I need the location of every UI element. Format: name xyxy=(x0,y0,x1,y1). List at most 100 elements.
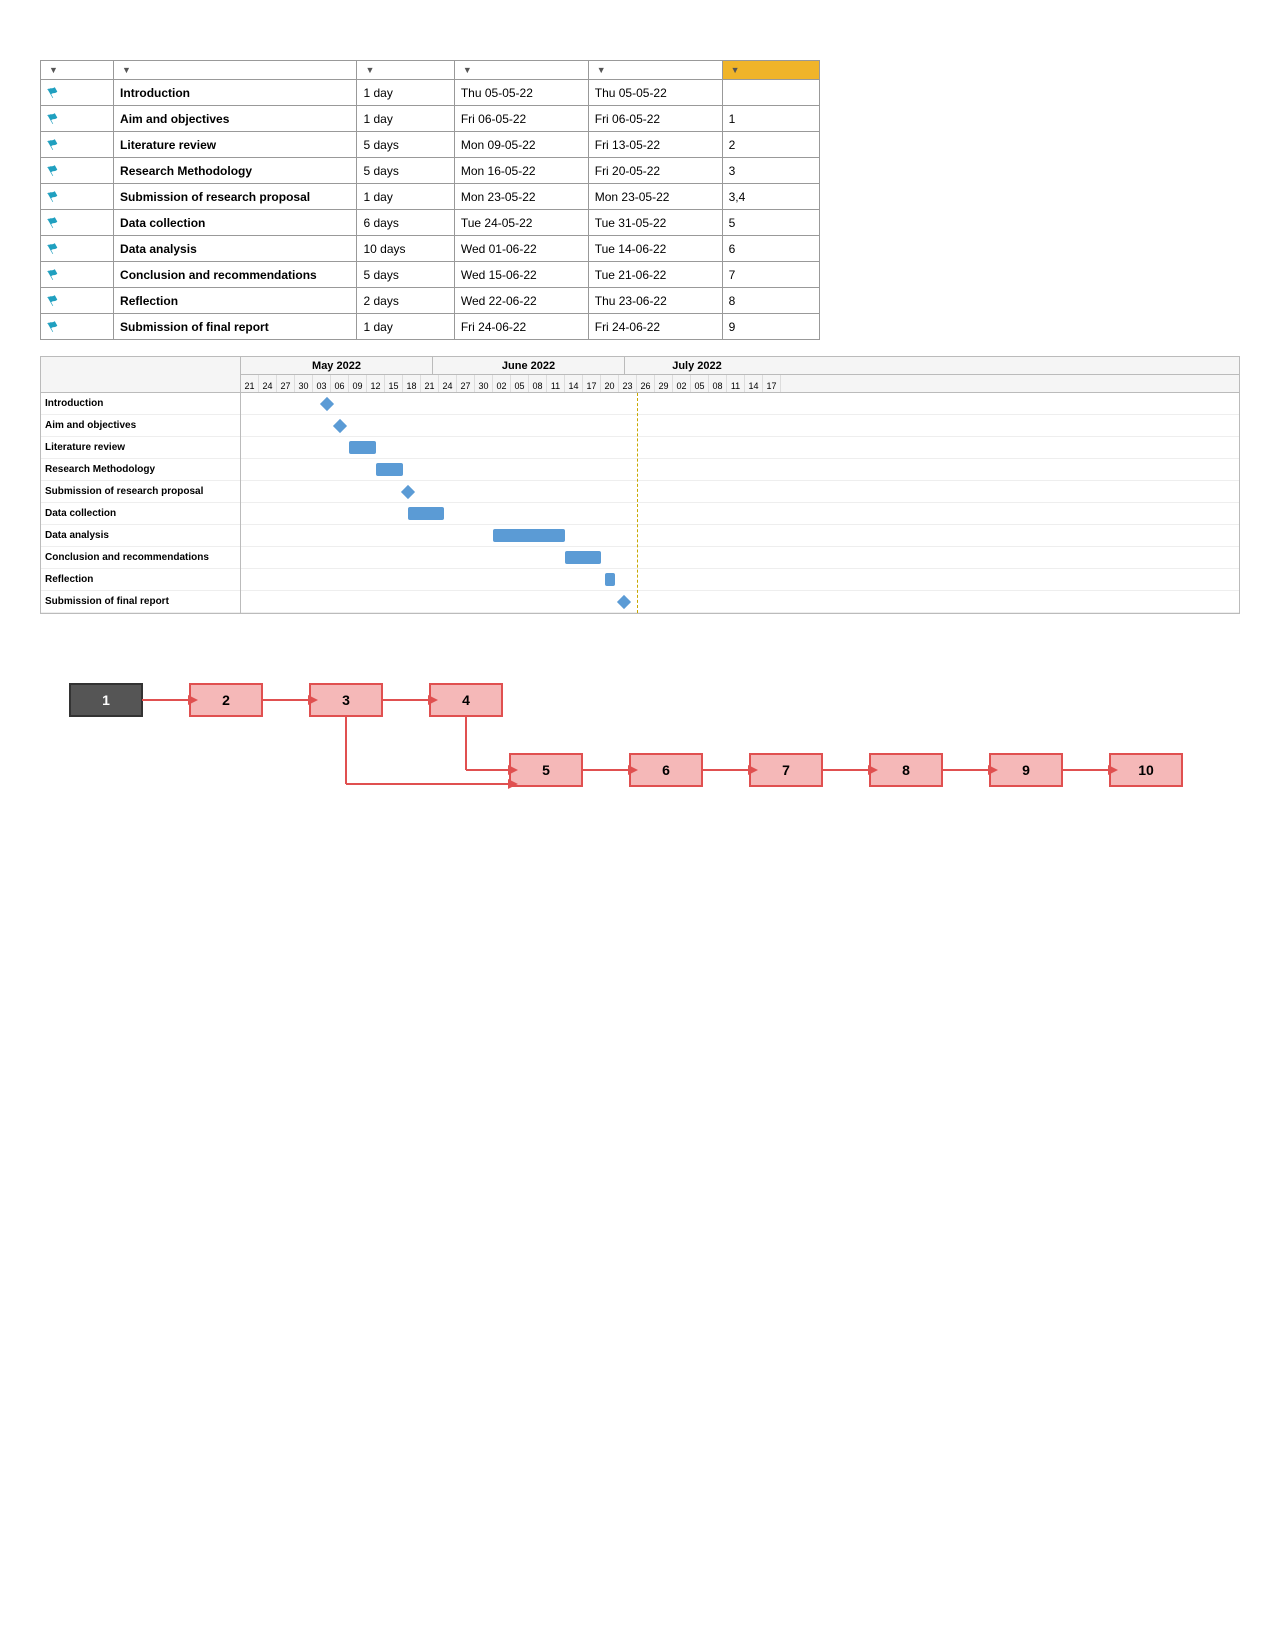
gantt-diamond xyxy=(617,595,631,609)
gantt-grid-row xyxy=(241,547,1239,569)
gantt-day-label: 26 xyxy=(637,375,655,392)
duration-cell: 6 days xyxy=(357,210,454,236)
task-name-dropdown-icon[interactable]: ▼ xyxy=(122,65,131,75)
predecessors-cell: 8 xyxy=(722,288,819,314)
gantt-label-row: Data analysis xyxy=(41,525,240,547)
gantt-bar xyxy=(605,573,616,586)
task-table: ▼ ▼ ▼ ▼ xyxy=(40,60,820,340)
gantt-label-row: Submission of final report xyxy=(41,591,240,613)
gantt-day-label: 29 xyxy=(655,375,673,392)
gantt-day-label: 21 xyxy=(421,375,439,392)
task-mode-dropdown-icon[interactable]: ▼ xyxy=(49,65,58,75)
finish-cell: Tue 14-06-22 xyxy=(588,236,722,262)
dependency-diagram: 1 2 3 4 5 6 7 8 9 10 xyxy=(40,654,1240,834)
gantt-label-row: Submission of research proposal xyxy=(41,481,240,503)
task-name-cell: Data analysis xyxy=(114,236,357,262)
gantt-label-row: Introduction xyxy=(41,393,240,415)
gantt-bar xyxy=(349,441,376,454)
gantt-section: IntroductionAim and objectivesLiterature… xyxy=(40,356,1240,614)
gantt-day-label: 27 xyxy=(277,375,295,392)
svg-text:2: 2 xyxy=(222,692,230,708)
start-cell: Wed 22-06-22 xyxy=(454,288,588,314)
predecessors-cell: 3,4 xyxy=(722,184,819,210)
gantt-day-label: 11 xyxy=(727,375,745,392)
col-predecessors: ▼ xyxy=(722,61,819,80)
predecessors-cell: 6 xyxy=(722,236,819,262)
table-row: ⚑ Submission of final report 1 day Fri 2… xyxy=(41,314,820,340)
table-row: ⚑ Aim and objectives 1 day Fri 06-05-22 … xyxy=(41,106,820,132)
gantt-grid-row xyxy=(241,459,1239,481)
svg-text:8: 8 xyxy=(902,762,910,778)
predecessors-cell: 2 xyxy=(722,132,819,158)
gantt-day-label: 17 xyxy=(763,375,781,392)
svg-text:9: 9 xyxy=(1022,762,1030,778)
predecessors-dropdown-icon[interactable]: ▼ xyxy=(731,65,740,75)
svg-text:4: 4 xyxy=(462,692,470,708)
table-row: ⚑ Data collection 6 days Tue 24-05-22 Tu… xyxy=(41,210,820,236)
duration-dropdown-icon[interactable]: ▼ xyxy=(365,65,374,75)
gantt-grid-row xyxy=(241,481,1239,503)
predecessors-cell: 5 xyxy=(722,210,819,236)
duration-cell: 5 days xyxy=(357,158,454,184)
start-cell: Wed 15-06-22 xyxy=(454,262,588,288)
finish-cell: Fri 06-05-22 xyxy=(588,106,722,132)
gantt-day-label: 12 xyxy=(367,375,385,392)
gantt-day-label: 17 xyxy=(583,375,601,392)
gantt-day-label: 03 xyxy=(313,375,331,392)
gantt-day-label: 05 xyxy=(511,375,529,392)
gantt-day-label: 30 xyxy=(295,375,313,392)
start-cell: Wed 01-06-22 xyxy=(454,236,588,262)
svg-text:10: 10 xyxy=(1138,762,1154,778)
gantt-bar xyxy=(376,463,403,476)
col-finish: ▼ xyxy=(588,61,722,80)
gantt-grid-row xyxy=(241,415,1239,437)
gantt-month-may: May 2022 xyxy=(241,357,433,374)
finish-cell: Fri 20-05-22 xyxy=(588,158,722,184)
pin-icon: ⚑ xyxy=(44,238,63,259)
start-cell: Tue 24-05-22 xyxy=(454,210,588,236)
task-mode-cell: ⚑ xyxy=(41,314,114,340)
gantt-day-label: 27 xyxy=(457,375,475,392)
duration-cell: 10 days xyxy=(357,236,454,262)
predecessors-cell: 1 xyxy=(722,106,819,132)
col-task-mode: ▼ xyxy=(41,61,114,80)
gantt-day-label: 18 xyxy=(403,375,421,392)
gantt-day-label: 02 xyxy=(493,375,511,392)
finish-cell: Thu 23-06-22 xyxy=(588,288,722,314)
table-row: ⚑ Data analysis 10 days Wed 01-06-22 Tue… xyxy=(41,236,820,262)
duration-cell: 2 days xyxy=(357,288,454,314)
predecessors-cell xyxy=(722,80,819,106)
duration-cell: 1 day xyxy=(357,80,454,106)
finish-dropdown-icon[interactable]: ▼ xyxy=(597,65,606,75)
gantt-day-label: 24 xyxy=(259,375,277,392)
pin-icon: ⚑ xyxy=(44,212,63,233)
svg-text:5: 5 xyxy=(542,762,550,778)
gantt-label-row: Data collection xyxy=(41,503,240,525)
start-dropdown-icon[interactable]: ▼ xyxy=(463,65,472,75)
task-mode-cell: ⚑ xyxy=(41,210,114,236)
predecessors-cell: 3 xyxy=(722,158,819,184)
gantt-days-row: 2124273003060912151821242730020508111417… xyxy=(241,375,1239,393)
gantt-day-label: 30 xyxy=(475,375,493,392)
gantt-day-label: 08 xyxy=(709,375,727,392)
gantt-diamond xyxy=(320,397,334,411)
gantt-grid: May 2022 June 2022 July 2022 21242730030… xyxy=(240,356,1240,614)
finish-cell: Fri 24-06-22 xyxy=(588,314,722,340)
gantt-day-label: 23 xyxy=(619,375,637,392)
finish-cell: Mon 23-05-22 xyxy=(588,184,722,210)
start-cell: Thu 05-05-22 xyxy=(454,80,588,106)
gantt-grid-row xyxy=(241,525,1239,547)
duration-cell: 1 day xyxy=(357,314,454,340)
task-name-cell: Introduction xyxy=(114,80,357,106)
finish-cell: Fri 13-05-22 xyxy=(588,132,722,158)
gantt-bar xyxy=(493,529,565,542)
gantt-label-row: Conclusion and recommendations xyxy=(41,547,240,569)
gantt-label-row: Research Methodology xyxy=(41,459,240,481)
pin-icon: ⚑ xyxy=(44,316,63,337)
gantt-day-label: 14 xyxy=(745,375,763,392)
task-name-cell: Reflection xyxy=(114,288,357,314)
gantt-month-july: July 2022 xyxy=(625,357,769,374)
finish-cell: Thu 05-05-22 xyxy=(588,80,722,106)
pin-icon: ⚑ xyxy=(44,264,63,285)
col-task-name: ▼ xyxy=(114,61,357,80)
